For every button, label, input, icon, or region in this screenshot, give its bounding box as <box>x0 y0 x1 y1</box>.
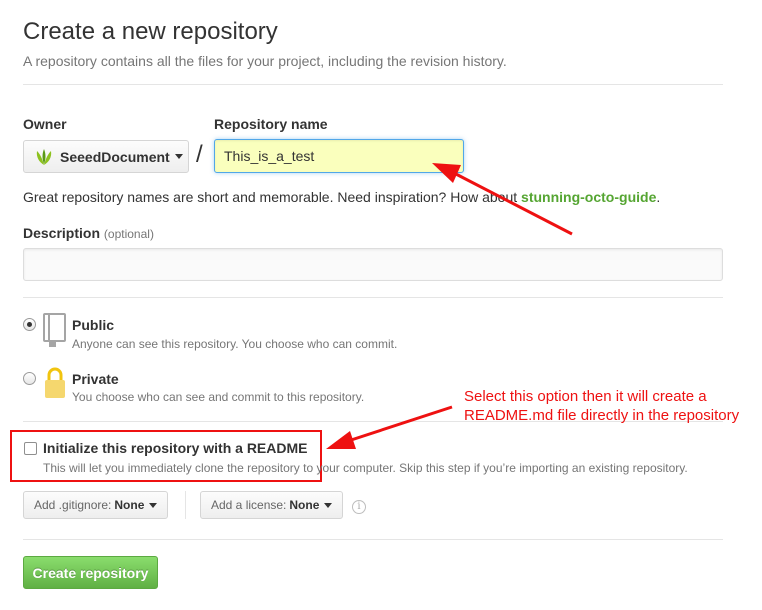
readme-checkbox[interactable] <box>24 442 37 455</box>
annotation-line-1: Select this option then it will create a <box>464 388 707 405</box>
repo-name-label: Repository name <box>214 116 328 132</box>
private-note: You choose who can see and commit to thi… <box>72 390 365 404</box>
private-title: Private <box>72 371 119 387</box>
public-title: Public <box>72 317 115 333</box>
owner-label: Owner <box>23 116 67 132</box>
optional-tag: (optional) <box>103 227 154 241</box>
readme-label[interactable]: Initialize this repository with a README <box>43 440 307 456</box>
description-label-text: Description <box>23 225 101 241</box>
section-divider <box>23 297 723 298</box>
repo-book-icon <box>43 313 66 347</box>
owner-repo-separator: / <box>196 141 203 168</box>
page-title: Create a new repository <box>23 18 278 45</box>
chevron-down-icon <box>324 502 333 508</box>
arrow-head-readme <box>326 431 356 449</box>
annotation-line-2: README.md file directly in the repositor… <box>464 407 740 424</box>
gitignore-value: None <box>114 498 145 512</box>
name-hint: Great repository names are short and mem… <box>23 189 660 205</box>
license-label: Add a license: <box>211 498 287 512</box>
arrow-to-readme <box>344 405 453 444</box>
readme-note: This will let you immediately clone the … <box>43 461 688 475</box>
info-icon[interactable]: i <box>352 500 366 514</box>
license-select[interactable]: Add a license: None <box>200 491 344 519</box>
description-input[interactable] <box>23 248 723 281</box>
owner-name: SeeedDocument <box>60 148 170 165</box>
select-divider <box>185 491 186 519</box>
owner-avatar-icon <box>36 148 52 165</box>
repo-name-input[interactable] <box>214 139 464 173</box>
chevron-down-icon <box>174 154 183 159</box>
gitignore-select[interactable]: Add .gitignore: None <box>23 491 169 519</box>
page-subtitle: A repository contains all the files for … <box>23 53 507 69</box>
name-hint-text: Great repository names are short and mem… <box>23 189 522 205</box>
description-label: Description (optional) <box>23 225 154 241</box>
gitignore-label: Add .gitignore: <box>34 498 112 512</box>
lock-icon <box>45 367 65 398</box>
header-divider <box>23 84 723 85</box>
public-note: Anyone can see this repository. You choo… <box>72 337 398 351</box>
public-radio[interactable] <box>23 318 36 331</box>
private-radio[interactable] <box>23 372 36 385</box>
chevron-down-icon <box>149 502 158 508</box>
owner-select[interactable]: SeeedDocument <box>23 140 189 173</box>
name-suggestion-link[interactable]: stunning-octo-guide <box>521 189 656 205</box>
section-divider <box>23 539 723 540</box>
license-value: None <box>289 498 320 512</box>
create-repository-button[interactable]: Create repository <box>23 556 158 589</box>
name-hint-end: . <box>656 189 661 205</box>
